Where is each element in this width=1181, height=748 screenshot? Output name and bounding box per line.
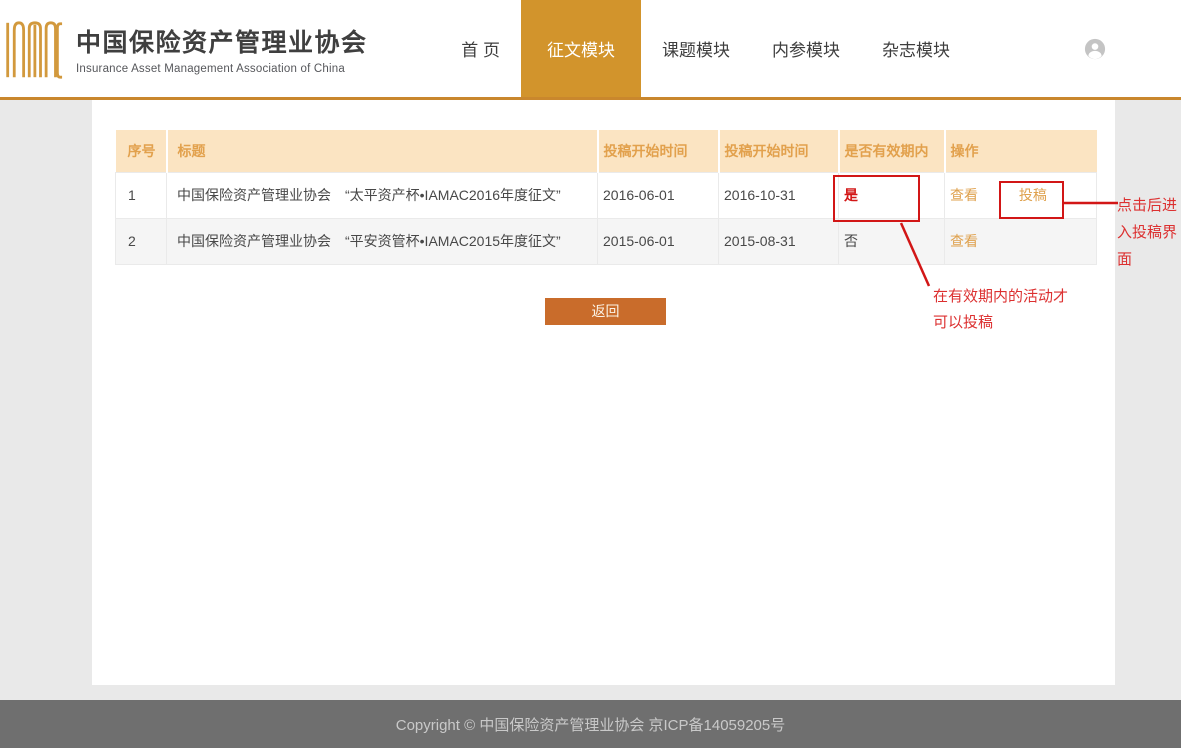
main-nav: 首 页 征文模块 课题模块 内参模块 杂志模块: [440, 0, 971, 97]
cell-title: 中国保险资产管理业协会 “平安资管杯•IAMAC2015年度征文”: [167, 218, 598, 264]
cell-end-date: 2016-10-31: [719, 172, 839, 218]
content-card: 序号 标题 投稿开始时间 投稿开始时间 是否有效期内 操作 1 中国保险资产管理…: [92, 100, 1115, 685]
logo-title-zh: 中国保险资产管理业协会: [76, 23, 368, 59]
col-header-actions: 操作: [945, 130, 1097, 172]
site-header: 中国保险资产管理业协会 Insurance Asset Management A…: [0, 0, 1181, 100]
nav-item-magazine-module[interactable]: 杂志模块: [861, 0, 971, 97]
col-header-validity: 是否有效期内: [839, 130, 945, 172]
col-header-start-time: 投稿开始时间: [598, 130, 719, 172]
view-link[interactable]: 查看: [950, 187, 978, 203]
cell-actions: 查看: [945, 218, 1097, 264]
nav-item-essay-module[interactable]: 征文模块: [521, 0, 641, 97]
cell-seq: 1: [116, 172, 167, 218]
back-button[interactable]: 返回: [545, 298, 666, 325]
logo-text: 中国保险资产管理业协会 Insurance Asset Management A…: [76, 23, 368, 75]
nav-item-topic-module[interactable]: 课题模块: [641, 0, 751, 97]
cell-validity: 是: [839, 172, 945, 218]
cell-end-date: 2015-08-31: [719, 218, 839, 264]
cell-start-date: 2016-06-01: [598, 172, 719, 218]
submit-link[interactable]: 投稿: [1019, 187, 1047, 203]
copyright-text: Copyright © 中国保险资产管理业协会 京ICP备14059205号: [396, 714, 786, 735]
essay-activity-table: 序号 标题 投稿开始时间 投稿开始时间 是否有效期内 操作 1 中国保险资产管理…: [115, 130, 1097, 265]
iamac-monogram-icon: [3, 14, 63, 86]
nav-item-internal-ref-module[interactable]: 内参模块: [751, 0, 861, 97]
table-row-1: 1 中国保险资产管理业协会 “太平资产杯•IAMAC2016年度征文” 2016…: [116, 172, 1097, 218]
col-header-seq: 序号: [116, 130, 167, 172]
site-logo[interactable]: 中国保险资产管理业协会 Insurance Asset Management A…: [3, 0, 368, 97]
logo-title-en: Insurance Asset Management Association o…: [76, 63, 368, 75]
cell-start-date: 2015-06-01: [598, 218, 719, 264]
cell-seq: 2: [116, 218, 167, 264]
col-header-end-time: 投稿开始时间: [719, 130, 839, 172]
cell-actions: 查看 投稿: [945, 172, 1097, 218]
cell-title: 中国保险资产管理业协会 “太平资产杯•IAMAC2016年度征文”: [167, 172, 598, 218]
essay-module-page: { "header": { "logo": { "monogram": "IAM…: [0, 0, 1181, 748]
col-header-title: 标题: [167, 130, 598, 172]
table-row-2: 2 中国保险资产管理业协会 “平安资管杯•IAMAC2015年度征文” 2015…: [116, 218, 1097, 264]
page-background: 序号 标题 投稿开始时间 投稿开始时间 是否有效期内 操作 1 中国保险资产管理…: [0, 100, 1181, 700]
user-avatar-icon[interactable]: [1084, 38, 1106, 60]
view-link[interactable]: 查看: [950, 233, 978, 249]
nav-item-home[interactable]: 首 页: [440, 0, 521, 97]
cell-validity: 否: [839, 218, 945, 264]
table-header-row: 序号 标题 投稿开始时间 投稿开始时间 是否有效期内 操作: [116, 130, 1097, 172]
site-footer: Copyright © 中国保险资产管理业协会 京ICP备14059205号: [0, 700, 1181, 748]
